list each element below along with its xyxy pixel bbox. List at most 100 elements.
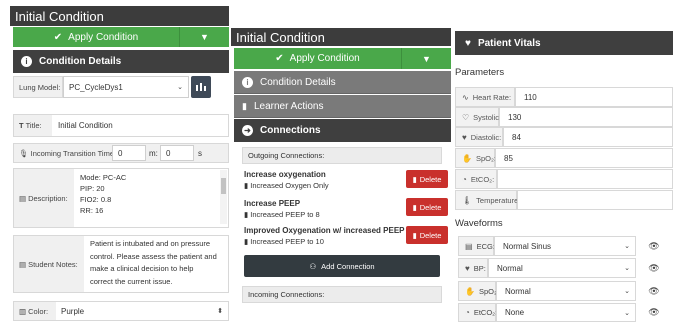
student-notes-line: Patient is intubated and on pressure bbox=[90, 239, 211, 248]
heart-rate-input[interactable]: 110 bbox=[515, 87, 673, 107]
connection-action: Increased PEEP to 8 bbox=[250, 210, 320, 219]
description-label: ▤ Description: bbox=[14, 169, 74, 227]
middle-title-text: Initial Condition bbox=[236, 29, 325, 45]
chart-icon bbox=[196, 83, 206, 91]
color-label: ▥ Color: bbox=[14, 302, 56, 320]
add-connection-button[interactable]: ⚇ Add Connection bbox=[244, 255, 440, 277]
eye-icon[interactable]: 👁 bbox=[646, 258, 662, 278]
trash-icon: ▮ bbox=[242, 100, 247, 111]
thermometer-icon: 🌡 bbox=[462, 195, 473, 205]
vital-value: 84 bbox=[512, 132, 521, 142]
temperature-input[interactable] bbox=[517, 190, 673, 210]
waveform-value: Normal bbox=[497, 263, 523, 273]
description-scrollbar[interactable] bbox=[220, 170, 227, 224]
student-notes-textarea[interactable]: Patient is intubated and on pressure con… bbox=[86, 236, 228, 292]
left-apply-dropdown-toggle[interactable]: ▼ bbox=[179, 27, 229, 47]
student-notes-line: make a clinical decision to help bbox=[90, 264, 194, 273]
middle-apply-dropdown-toggle[interactable]: ▼ bbox=[401, 48, 451, 69]
comment-icon: ▤ bbox=[19, 193, 27, 203]
eye-icon[interactable]: 👁 bbox=[646, 236, 662, 256]
vital-value: 85 bbox=[504, 153, 513, 163]
hand-icon: ✋ bbox=[462, 153, 472, 163]
section-connections[interactable]: ➜ Connections bbox=[234, 119, 451, 142]
lung-model-value: PC_CycleDys1 bbox=[69, 82, 123, 92]
palette-icon: ▥ bbox=[19, 306, 27, 316]
eye-icon[interactable]: 👁 bbox=[646, 281, 662, 301]
left-condition-details-header[interactable]: i Condition Details bbox=[13, 50, 229, 73]
delete-connection-button[interactable]: ▮ Delete bbox=[406, 170, 448, 188]
student-notes-label-text: Student Notes: bbox=[28, 259, 78, 269]
vital-value: 110 bbox=[524, 92, 537, 102]
seconds-unit: s bbox=[198, 149, 202, 158]
scrollbar-thumb[interactable] bbox=[221, 178, 226, 194]
section-condition-details[interactable]: i Condition Details bbox=[234, 71, 451, 94]
incoming-connections-label: Incoming Connections: bbox=[248, 290, 325, 299]
description-row: ▤ Description: Mode: PC-AC PIP: 20 FIO2:… bbox=[13, 168, 229, 228]
lung-model-label-text: Lung Model: bbox=[19, 82, 61, 92]
color-select[interactable]: Purple ⬍ bbox=[58, 302, 228, 320]
waveform-value: Normal Sinus bbox=[503, 241, 552, 251]
section-learner-actions[interactable]: ▮ Learner Actions bbox=[234, 95, 451, 118]
minutes-value: 0 bbox=[118, 148, 123, 158]
section-condition-details-label: Condition Details bbox=[260, 76, 336, 88]
left-panel-title: Initial Condition bbox=[10, 6, 229, 26]
spo2-label: ✋ SpO₂: bbox=[455, 148, 496, 168]
check-circle-icon: ✔ bbox=[53, 31, 63, 43]
etco2-waveform-label: ◔ EtCO₂: bbox=[458, 303, 498, 322]
spo2-waveform-select[interactable]: Normal ⌄ bbox=[496, 281, 636, 301]
minutes-input[interactable]: 0 bbox=[112, 145, 146, 161]
diastolic-input[interactable]: 84 bbox=[503, 127, 673, 147]
heart-rate-label: ∿ Heart Rate: bbox=[455, 87, 515, 107]
delete-connection-button[interactable]: ▮ Delete bbox=[406, 198, 448, 216]
heart-icon: ♥ bbox=[462, 132, 467, 142]
lung-model-graph-button[interactable] bbox=[191, 76, 211, 98]
waveform-value: None bbox=[505, 308, 525, 317]
info-icon: i bbox=[242, 76, 253, 88]
description-line: PIP: 20 bbox=[80, 184, 105, 193]
title-input-value: Initial Condition bbox=[58, 121, 113, 130]
title-row: T Title: Initial Condition bbox=[13, 114, 229, 137]
description-line: FIO2: 0.8 bbox=[80, 195, 112, 204]
left-apply-condition-button[interactable]: ✔ Apply Condition bbox=[13, 27, 179, 47]
student-notes-row: ▤ Student Notes: Patient is intubated an… bbox=[13, 235, 229, 293]
info-icon: i bbox=[21, 56, 32, 67]
trash-icon: ▮ bbox=[244, 210, 249, 219]
delete-connection-button[interactable]: ▮ Delete bbox=[406, 226, 448, 244]
description-textarea[interactable]: Mode: PC-AC PIP: 20 FIO2: 0.8 RR: 16 bbox=[76, 169, 228, 227]
incoming-transition-row: 🎙 Incoming Transition Time: 0 m: 0 s bbox=[13, 143, 229, 163]
vital-label-text: Temperature: bbox=[476, 195, 521, 205]
add-connection-label: Add Connection bbox=[321, 261, 375, 271]
eye-icon[interactable]: 👁 bbox=[646, 303, 662, 322]
middle-panel-title: Initial Condition bbox=[231, 28, 451, 46]
title-label: T Title: bbox=[14, 115, 52, 136]
apply-condition-label: Apply Condition bbox=[68, 31, 139, 43]
seconds-input[interactable]: 0 bbox=[160, 145, 194, 161]
sitemap-icon: ⚇ bbox=[309, 261, 317, 271]
middle-apply-condition-button[interactable]: ✔ Apply Condition bbox=[234, 48, 401, 69]
chevron-down-icon: ⌄ bbox=[177, 84, 183, 91]
mic-icon: 🎙 bbox=[19, 149, 29, 158]
section-connections-label: Connections bbox=[260, 125, 321, 136]
spo2-waveform-label: ✋ SpO₂: bbox=[458, 281, 499, 301]
lung-model-select[interactable]: PC_CycleDys1 ⌄ bbox=[63, 76, 189, 98]
color-value: Purple bbox=[61, 306, 85, 316]
ecg-label: ▤ ECG: bbox=[458, 236, 495, 256]
etco2-input[interactable] bbox=[497, 169, 673, 189]
check-circle-icon: ✔ bbox=[275, 53, 284, 64]
trash-icon: ▮ bbox=[412, 202, 417, 212]
trash-icon: ▮ bbox=[412, 230, 417, 240]
arrow-circle-icon: ➜ bbox=[242, 125, 253, 136]
ecg-select[interactable]: Normal Sinus ⌄ bbox=[494, 236, 636, 256]
trash-icon: ▮ bbox=[412, 174, 417, 184]
chevron-down-icon: ⌄ bbox=[624, 288, 630, 295]
spo2-input[interactable]: 85 bbox=[495, 148, 673, 168]
delete-label: Delete bbox=[419, 230, 442, 240]
bp-select[interactable]: Normal ⌄ bbox=[488, 258, 636, 278]
outgoing-connections-label: Outgoing Connections: bbox=[248, 151, 325, 160]
title-input[interactable]: Initial Condition bbox=[54, 115, 228, 136]
sort-icon: ⬍ bbox=[217, 308, 223, 315]
trash-icon: ▮ bbox=[244, 237, 249, 246]
etco2-waveform-select[interactable]: None ⌄ bbox=[496, 303, 636, 322]
waveform-label-text: EtCO₂: bbox=[473, 308, 498, 317]
systolic-input[interactable]: 130 bbox=[499, 107, 673, 127]
